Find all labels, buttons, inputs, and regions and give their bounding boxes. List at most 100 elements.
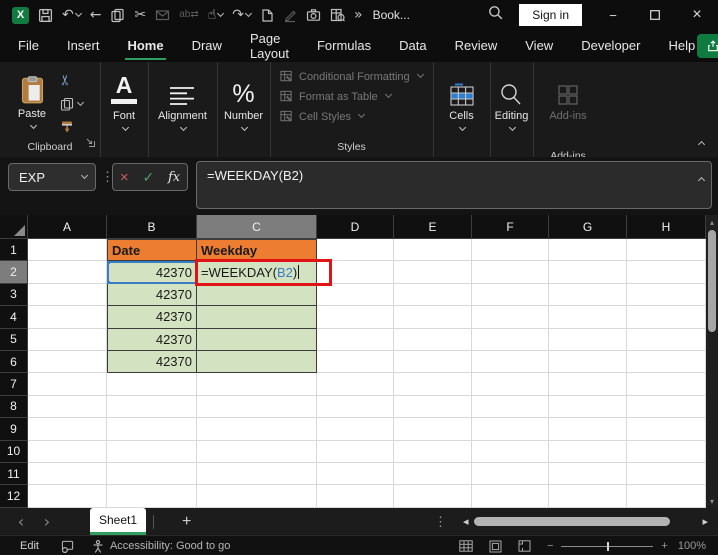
cell-C10[interactable] <box>197 440 317 463</box>
cell-E4[interactable] <box>394 306 472 329</box>
column-header-d[interactable]: D <box>317 215 394 239</box>
zoom-slider[interactable] <box>561 541 654 551</box>
menu-tab-data[interactable]: Data <box>397 32 428 60</box>
column-header-g[interactable]: G <box>549 215 627 239</box>
cell-B3[interactable]: 42370 <box>107 283 197 307</box>
cell-B5[interactable]: 42370 <box>107 328 197 351</box>
column-header-e[interactable]: E <box>394 215 472 239</box>
cell-D6[interactable] <box>317 350 394 374</box>
view-page-layout-button[interactable] <box>489 540 502 553</box>
cell-F11[interactable] <box>472 462 549 486</box>
cell-G10[interactable] <box>549 440 627 463</box>
cell-B10[interactable] <box>107 440 197 463</box>
cell-A7[interactable] <box>28 373 107 396</box>
row-header-9[interactable]: 9 <box>0 418 28 441</box>
insert-function-button[interactable]: fx <box>168 170 180 185</box>
cell-E9[interactable] <box>394 418 472 441</box>
cell-C11[interactable] <box>197 462 317 486</box>
row-header-4[interactable]: 4 <box>0 306 28 329</box>
cell-B1[interactable]: Date <box>107 239 197 262</box>
table-lookup-icon[interactable] <box>330 8 345 22</box>
column-header-a[interactable]: A <box>28 215 107 239</box>
cell-A3[interactable] <box>28 283 107 307</box>
font-button[interactable]: A Font <box>111 71 137 166</box>
view-page-break-button[interactable] <box>518 540 531 552</box>
row-header-6[interactable]: 6 <box>0 350 28 374</box>
cell-B12[interactable] <box>107 485 197 508</box>
copy-icon[interactable] <box>110 8 125 23</box>
camera-icon[interactable] <box>306 8 321 22</box>
cell-G1[interactable] <box>549 239 627 262</box>
cell-F12[interactable] <box>472 485 549 508</box>
cell-D5[interactable] <box>317 328 394 351</box>
cell-C9[interactable] <box>197 418 317 441</box>
add-sheet-button[interactable]: + <box>182 513 191 531</box>
zoom-in-button[interactable]: + <box>661 540 667 552</box>
cell-E8[interactable] <box>394 395 472 419</box>
cell-B7[interactable] <box>107 373 197 396</box>
column-header-f[interactable]: F <box>472 215 549 239</box>
paste-button[interactable]: Paste <box>10 69 54 130</box>
cell-H6[interactable] <box>627 350 706 374</box>
accessibility-checker[interactable]: Accessibility: Good to go <box>92 539 230 553</box>
cell-G3[interactable] <box>549 283 627 307</box>
cell-F6[interactable] <box>472 350 549 374</box>
styles-item-conditional-formatting[interactable]: Conditional Formatting <box>280 70 424 83</box>
undo-icon[interactable]: ↶ <box>62 8 82 22</box>
cell-B4[interactable]: 42370 <box>107 306 197 329</box>
cell-E1[interactable] <box>394 239 472 262</box>
cell-F2[interactable] <box>472 261 549 284</box>
cell-F5[interactable] <box>472 328 549 351</box>
cell-H10[interactable] <box>627 440 706 463</box>
scroll-left-icon[interactable]: ◂ <box>463 515 469 528</box>
cell-A8[interactable] <box>28 395 107 419</box>
tabbar-handle-icon[interactable]: ⋮ <box>434 514 447 530</box>
collapse-ribbon-button[interactable] <box>697 133 706 151</box>
scroll-right-icon[interactable]: ▸ <box>702 515 708 528</box>
horizontal-scroll-track[interactable] <box>472 517 698 527</box>
search-icon[interactable] <box>488 5 503 25</box>
styles-item-cell-styles[interactable]: Cell Styles <box>280 110 423 123</box>
cell-A5[interactable] <box>28 328 107 351</box>
cell-C6[interactable] <box>197 350 317 374</box>
styles-item-format-as-table[interactable]: Format as Table <box>280 90 423 103</box>
row-header-3[interactable]: 3 <box>0 283 28 307</box>
cell-H4[interactable] <box>627 306 706 329</box>
cell-G12[interactable] <box>549 485 627 508</box>
row-header-2[interactable]: 2 <box>0 261 28 284</box>
cell-D8[interactable] <box>317 395 394 419</box>
menu-tab-insert[interactable]: Insert <box>65 32 102 60</box>
cell-A6[interactable] <box>28 350 107 374</box>
scroll-down-icon[interactable]: ▾ <box>710 494 714 508</box>
cells-button[interactable]: Cells <box>449 71 475 166</box>
cell-E10[interactable] <box>394 440 472 463</box>
cell-E3[interactable] <box>394 283 472 307</box>
cell-G8[interactable] <box>549 395 627 419</box>
cell-D4[interactable] <box>317 306 394 329</box>
cell-H3[interactable] <box>627 283 706 307</box>
zoom-slider-thumb[interactable] <box>607 541 610 551</box>
cell-E5[interactable] <box>394 328 472 351</box>
menu-tab-home[interactable]: Home <box>125 32 166 60</box>
cell-B9[interactable] <box>107 418 197 441</box>
cell-H12[interactable] <box>627 485 706 508</box>
cell-D12[interactable] <box>317 485 394 508</box>
back-arrow-icon[interactable]: ← <box>90 8 102 22</box>
column-header-b[interactable]: B <box>107 215 197 239</box>
cell-G6[interactable] <box>549 350 627 374</box>
cell-G11[interactable] <box>549 462 627 486</box>
cell-A4[interactable] <box>28 306 107 329</box>
copy-button[interactable] <box>60 97 85 111</box>
view-normal-button[interactable] <box>459 540 473 552</box>
editing-button[interactable]: Editing <box>495 71 528 166</box>
sign-in-button[interactable]: Sign in <box>519 4 582 26</box>
cell-F8[interactable] <box>472 395 549 419</box>
cell-B11[interactable] <box>107 462 197 486</box>
cell-C7[interactable] <box>197 373 317 396</box>
cell-G9[interactable] <box>549 418 627 441</box>
clipboard-dialog-launcher[interactable] <box>86 134 95 152</box>
column-header-c[interactable]: C <box>197 215 317 239</box>
row-header-5[interactable]: 5 <box>0 328 28 351</box>
cut-button[interactable]: ✂ <box>58 72 83 88</box>
redo-icon[interactable]: ↷ <box>232 8 253 22</box>
